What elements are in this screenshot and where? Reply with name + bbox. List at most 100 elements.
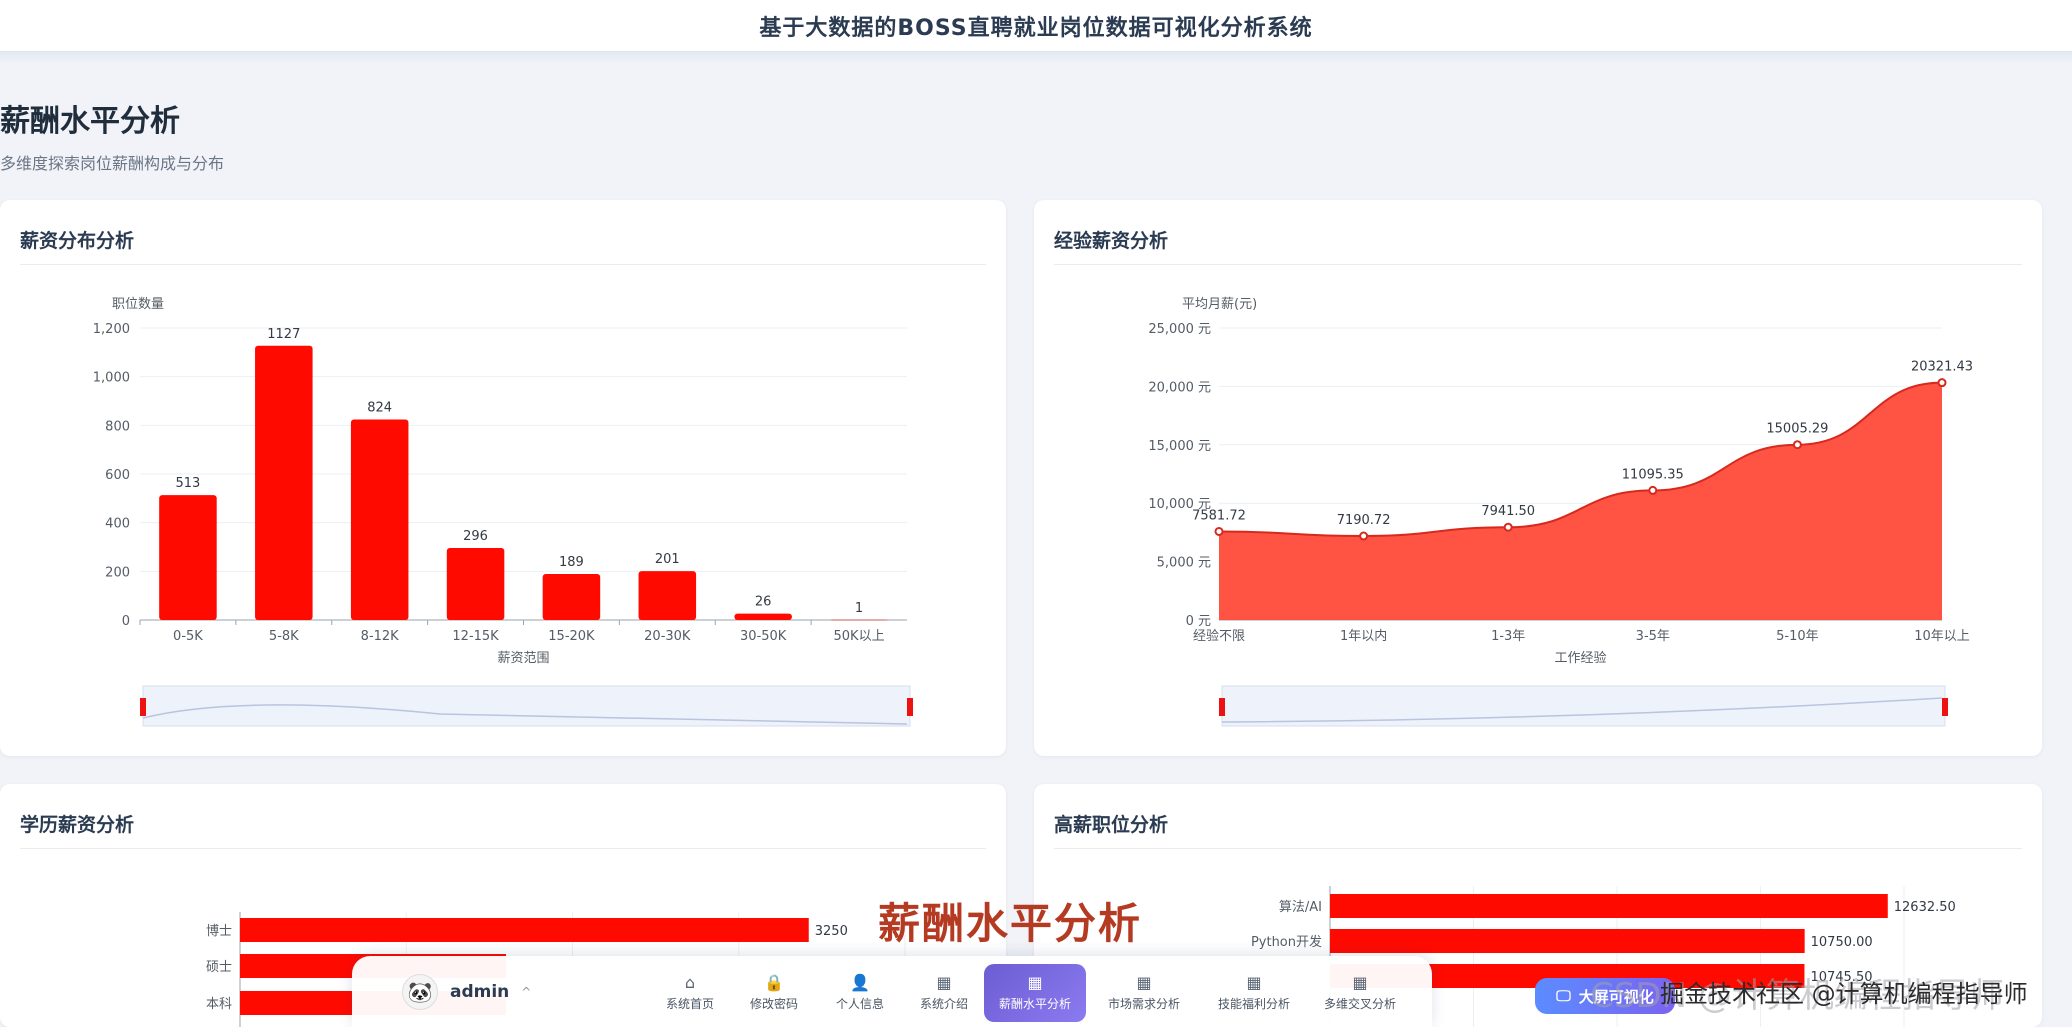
- home-icon: ⌂: [684, 972, 696, 992]
- dock-nav-item[interactable]: ▦ 多维交叉分析: [1312, 968, 1408, 1018]
- data-point: [1648, 485, 1658, 495]
- x-tick-label: 1-3年: [1491, 629, 1525, 644]
- y-tick-label: 0 元: [1186, 614, 1211, 629]
- x-tick-label: 3-5年: [1636, 629, 1670, 644]
- data-value-label: 7190.72: [1337, 513, 1391, 528]
- area-fill: [1219, 382, 1942, 620]
- y-tick-label: 1,200: [93, 322, 130, 337]
- data-zoom-slider: [1221, 685, 1946, 727]
- bar-value-label: 296: [463, 529, 488, 544]
- y-tick-label: 15,000 元: [1148, 439, 1211, 454]
- y-tick-label: 25,000 元: [1148, 322, 1211, 337]
- y-tick-label: 0: [122, 614, 130, 629]
- x-axis-label: 工作经验: [1554, 650, 1606, 666]
- x-tick-label: 15-20K: [548, 629, 595, 644]
- y-tick-label: 1,000: [93, 371, 130, 386]
- data-zoom-handle-right: [1942, 698, 1948, 716]
- data-point: [1503, 522, 1513, 532]
- bar-value-label: 10750.00: [1811, 935, 1873, 950]
- y-axis-label: 平均月薪(元): [1182, 297, 1257, 312]
- dock-nav-item[interactable]: ▦ 技能福利分析: [1204, 968, 1304, 1018]
- data-value-label: 20321.43: [1911, 360, 1973, 375]
- y-tick-label: 800: [105, 419, 130, 434]
- bar-value-label: 1: [855, 601, 863, 616]
- bar: [350, 419, 409, 620]
- x-tick-label: 5-8K: [269, 629, 299, 644]
- dock-nav-item[interactable]: ⌂ 系统首页: [652, 968, 728, 1018]
- header-shadow-strip: [0, 52, 2072, 62]
- user-menu[interactable]: 🐼 admin ^: [402, 974, 531, 1010]
- data-point: [1792, 440, 1802, 450]
- x-tick-label: 50K以上: [834, 629, 885, 644]
- dock-nav-item[interactable]: ▦ 系统介绍: [906, 968, 982, 1018]
- x-tick-label: 5-10年: [1776, 629, 1819, 644]
- app-title: 基于大数据的BOSS直聘就业岗位数据可视化分析系统: [759, 15, 1313, 41]
- panda-icon: 🐼: [402, 974, 438, 1010]
- experience-salary-chart: 平均月薪(元)0 元5,000 元10,000 元15,000 元20,000 …: [1148, 297, 1973, 727]
- bar-value-label: 513: [176, 476, 201, 491]
- y-tick-label: 20,000 元: [1148, 380, 1211, 395]
- bottom-dock: 🐼 admin ^ ⌂ 系统首页 🔒 修改密码 👤 个人信息 ▦ 系统介绍 ▦ 薪酬水平分析 ▦ 市场…: [352, 956, 1432, 1027]
- chevron-up-icon: ^: [521, 985, 532, 999]
- y-tick-label: 博士: [206, 924, 232, 939]
- x-tick-label: 1年以内: [1340, 628, 1387, 644]
- bar: [638, 571, 697, 620]
- data-zoom-slider: [142, 685, 911, 727]
- dock-nav-label: 修改密码: [749, 996, 798, 1011]
- grid-icon: ▦: [1246, 972, 1262, 992]
- data-point: [1359, 531, 1369, 541]
- user-icon: 👤: [850, 972, 870, 992]
- dock-nav-item[interactable]: ▦ 薪酬水平分析: [984, 964, 1086, 1022]
- y-tick-label: 400: [105, 517, 130, 532]
- bar: [159, 495, 217, 620]
- x-tick-label: 20-30K: [644, 629, 691, 644]
- bar: [240, 918, 809, 942]
- lock-icon: 🔒: [764, 972, 784, 992]
- x-tick-label: 30-50K: [740, 629, 787, 644]
- dock-nav-label: 技能福利分析: [1217, 996, 1290, 1011]
- page-title: 薪酬水平分析: [0, 104, 180, 139]
- dock-nav-label: 市场需求分析: [1107, 996, 1180, 1011]
- bar-value-label: 189: [559, 555, 584, 570]
- data-zoom-handle-left: [140, 698, 146, 716]
- dock-nav-label: 个人信息: [835, 996, 884, 1011]
- y-tick-label: 200: [105, 565, 130, 580]
- data-point: [1214, 526, 1224, 536]
- bar: [830, 619, 888, 621]
- salary-distribution-chart: 职位数量 0 200 400 600 800 1,000 1,200 513 0-5K 1127 5-…: [93, 297, 913, 727]
- dock-nav-label: 多维交叉分析: [1323, 996, 1396, 1011]
- bar-value-label: 3250: [815, 924, 848, 939]
- bar: [542, 574, 601, 620]
- grid-icon: ▦: [1027, 972, 1043, 992]
- y-tick-label: 本科: [206, 997, 232, 1012]
- dock-nav-label: 系统介绍: [919, 996, 968, 1011]
- bar-value-label: 1127: [267, 327, 300, 342]
- bar: [734, 613, 792, 620]
- x-tick-label: 8-12K: [361, 629, 400, 644]
- dock-nav-item[interactable]: ▦ 市场需求分析: [1094, 968, 1194, 1018]
- data-value-label: 11095.35: [1622, 467, 1684, 482]
- bar: [1330, 894, 1888, 918]
- data-value-label: 7941.50: [1481, 504, 1535, 519]
- y-tick-label: 算法/AI: [1279, 900, 1322, 915]
- salary-distribution-card: 薪资分布分析 职位数量 0 200 400 600 800 1,000 1,200 513 0-5…: [0, 200, 1006, 756]
- data-value-label: 7581.72: [1192, 508, 1246, 523]
- y-axis-label: 职位数量: [112, 297, 164, 312]
- page-subtitle: 多维度探索岗位薪酬构成与分布: [0, 154, 225, 173]
- dock-nav-item[interactable]: 👤 个人信息: [822, 968, 898, 1018]
- grid-icon: ▦: [1136, 972, 1152, 992]
- juejin-watermark: 掘金技术社区 @计算机编程指导师: [1660, 980, 2028, 1008]
- x-tick-label: 10年以上: [1914, 629, 1970, 644]
- x-tick-label: 12-15K: [452, 629, 499, 644]
- monitor-icon: 🖵: [1556, 987, 1571, 1005]
- bar: [446, 547, 505, 620]
- dock-nav-item[interactable]: 🔒 修改密码: [736, 968, 812, 1018]
- y-tick-label: 5,000 元: [1157, 556, 1211, 571]
- overlay-caption: 薪酬水平分析: [878, 899, 1143, 948]
- bar: [255, 345, 313, 620]
- bar-value-label: 201: [655, 552, 680, 567]
- bar-value-label: 26: [755, 595, 772, 610]
- grid-icon: ▦: [1352, 972, 1368, 992]
- y-tick-label: Python开发: [1251, 934, 1322, 950]
- bar-value-label: 824: [367, 400, 392, 415]
